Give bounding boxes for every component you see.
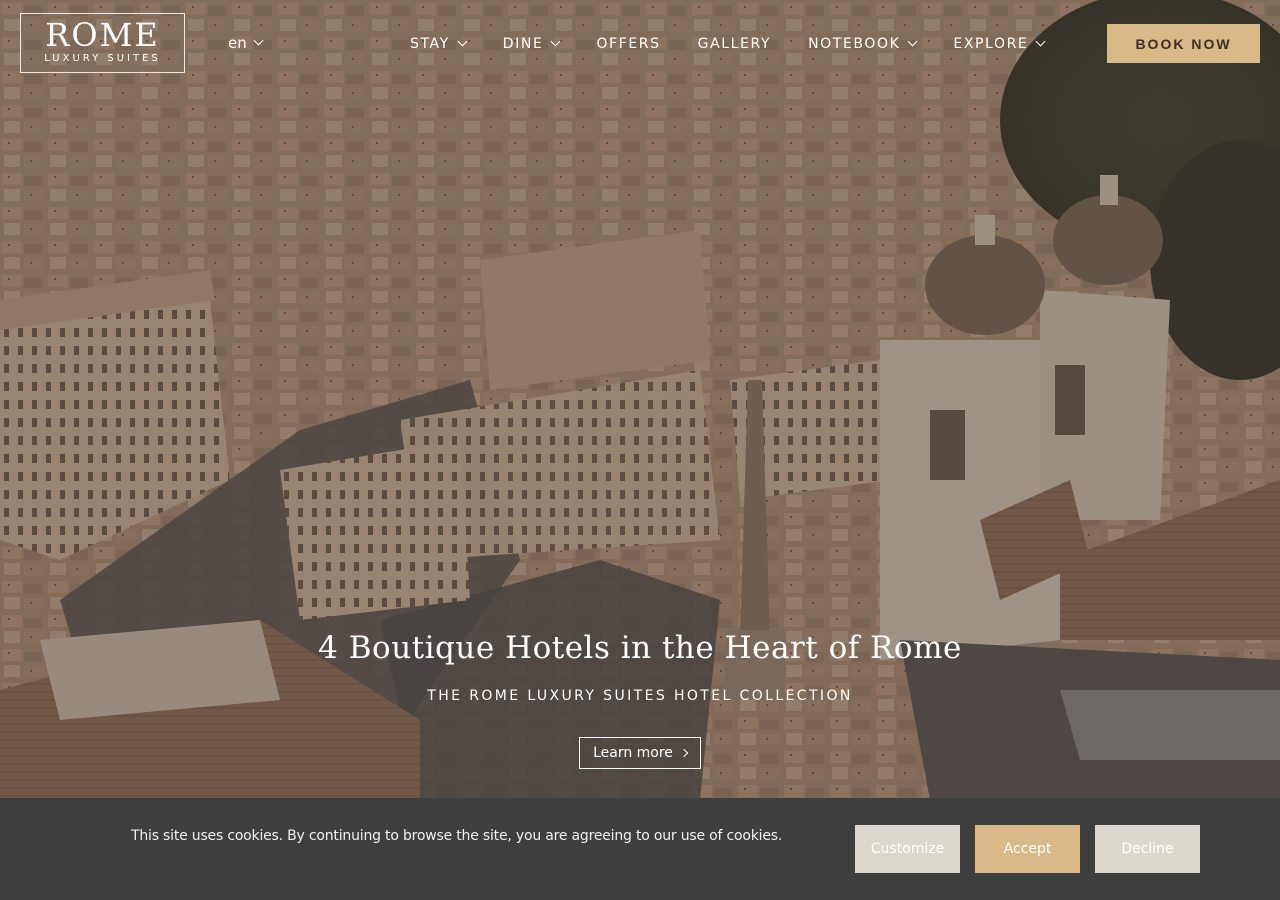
hero-headline: 4 Boutique Hotels in the Heart of Rome [318, 630, 962, 666]
learn-more-button[interactable]: Learn more [579, 737, 701, 769]
cookie-accept-button[interactable]: Accept [975, 825, 1080, 873]
nav-item-notebook[interactable]: NOTEBOOK [808, 33, 918, 55]
main-nav: STAY DINE OFFERS GALLERY NOTEBOOK EXPLOR… [410, 33, 1046, 55]
chevron-down-icon [550, 36, 561, 47]
cookie-decline-button[interactable]: Decline [1095, 825, 1200, 873]
nav-item-offers[interactable]: OFFERS [596, 33, 660, 55]
nav-item-dine[interactable]: DINE [502, 33, 561, 55]
hero-tagline: THE ROME LUXURY SUITES HOTEL COLLECTION [427, 688, 853, 704]
nav-item-stay[interactable]: STAY [410, 33, 468, 55]
nav-item-explore[interactable]: EXPLORE [953, 33, 1046, 55]
cookie-customize-button[interactable]: Customize [855, 825, 960, 873]
logo-wordmark: ROME [45, 16, 160, 54]
site-logo[interactable]: ROME LUXURY SUITES [20, 13, 185, 73]
chevron-down-icon [1035, 36, 1046, 47]
logo-subtitle: LUXURY SUITES [44, 53, 161, 64]
chevron-right-icon [679, 748, 689, 758]
chevron-down-icon [907, 36, 918, 47]
chevron-down-icon [253, 35, 264, 46]
learn-more-label: Learn more [593, 745, 673, 761]
nav-item-gallery[interactable]: GALLERY [698, 33, 771, 55]
book-now-button[interactable]: BOOK NOW [1107, 24, 1260, 63]
nav-item-label: DINE [502, 36, 544, 52]
nav-item-label: OFFERS [596, 36, 661, 52]
nav-item-label: NOTEBOOK [808, 36, 901, 52]
cookie-consent-bar: This site uses cookies. By continuing to… [0, 798, 1280, 900]
nav-item-label: EXPLORE [953, 36, 1029, 52]
language-current: en [228, 34, 247, 52]
nav-item-label: STAY [410, 36, 450, 52]
cookie-message: This site uses cookies. By continuing to… [131, 828, 783, 844]
nav-item-label: GALLERY [697, 36, 772, 52]
language-selector[interactable]: en [228, 34, 264, 52]
chevron-down-icon [457, 36, 468, 47]
